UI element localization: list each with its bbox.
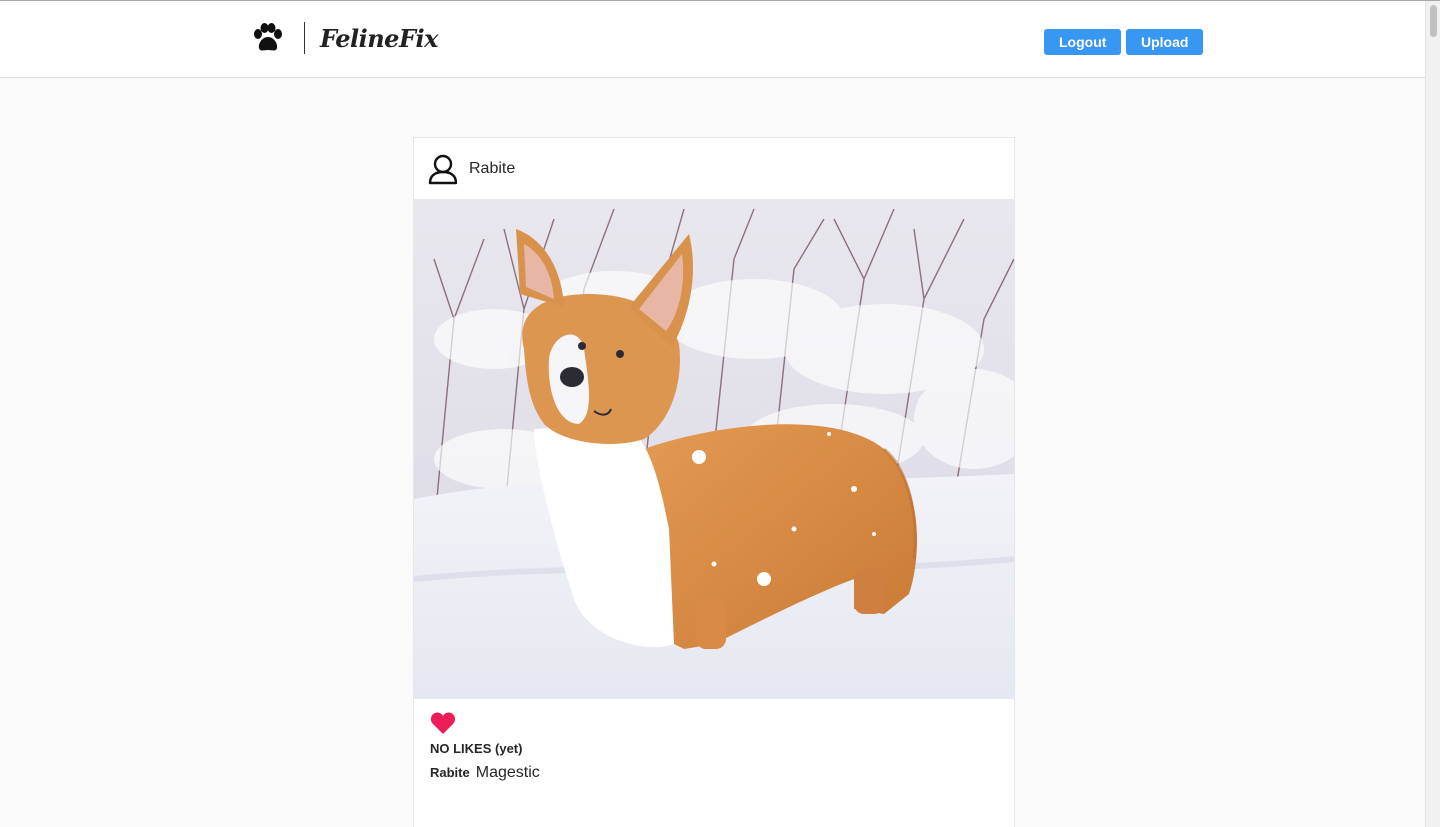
scrollbar-thumb[interactable] — [1430, 5, 1437, 37]
logo-divider — [304, 22, 305, 54]
brand-name[interactable]: FelineFix — [320, 24, 438, 53]
upload-button[interactable]: Upload — [1126, 29, 1203, 55]
logout-button[interactable]: Logout — [1044, 29, 1121, 55]
nav-actions: Logout Upload — [1044, 29, 1203, 55]
page-scrollbar[interactable] — [1425, 1, 1440, 827]
brand-area[interactable]: FelineFix — [252, 21, 438, 55]
top-navbar: FelineFix Logout Upload — [0, 1, 1425, 78]
post-header: Rabite — [414, 138, 1014, 199]
paw-icon — [254, 23, 282, 51]
post-footer: NO LIKES (yet) Rabite Magestic — [414, 699, 1014, 782]
user-outline-icon[interactable] — [427, 153, 459, 185]
post-caption: Rabite Magestic — [430, 764, 998, 782]
app-viewport: FelineFix Logout Upload Rabite NO LIKES … — [0, 0, 1440, 827]
likes-count: NO LIKES (yet) — [430, 741, 523, 756]
caption-text: Magestic — [475, 764, 540, 781]
post-username[interactable]: Rabite — [469, 160, 515, 178]
caption-username[interactable]: Rabite — [430, 765, 470, 780]
heart-icon[interactable] — [430, 711, 456, 735]
post-card: Rabite NO LIKES (yet) Rabite Magestic — [413, 137, 1015, 827]
post-photo[interactable] — [414, 199, 1014, 699]
